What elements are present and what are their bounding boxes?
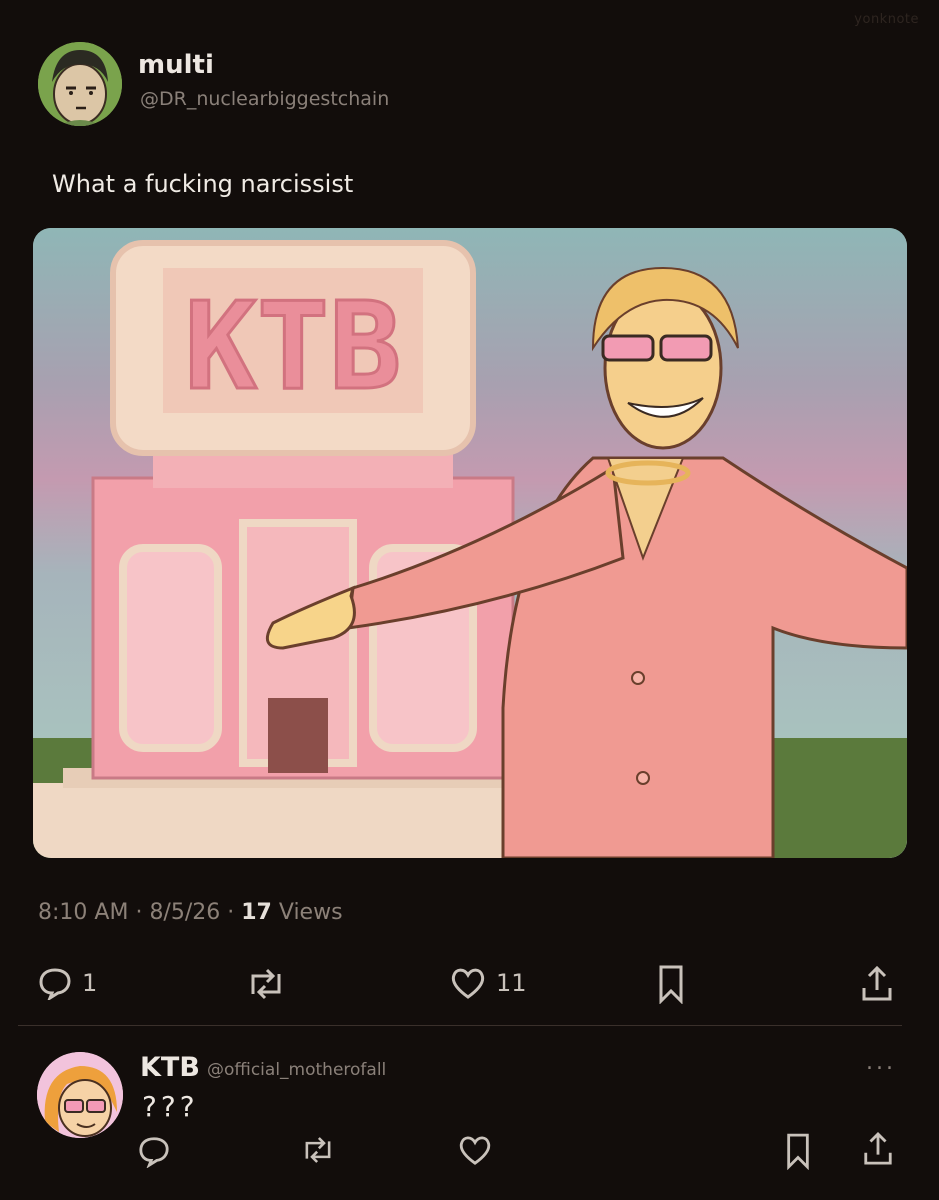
reply-count: 1 [82, 969, 98, 997]
reply-bookmark-button[interactable] [784, 1132, 812, 1170]
share-icon [862, 965, 892, 1001]
reply-author-avatar[interactable] [37, 1052, 123, 1138]
bookmark-icon [659, 965, 683, 1004]
tweet-media-image[interactable]: KTB [33, 228, 907, 858]
meta-separator: · [135, 900, 150, 925]
reply-icon [139, 1137, 169, 1168]
reply-divider [18, 1025, 902, 1026]
tweet-time: 8:10 AM [38, 900, 129, 925]
author-avatar[interactable] [38, 42, 122, 126]
retweet-button[interactable] [245, 968, 287, 1000]
reply-button[interactable]: 1 [38, 966, 97, 1000]
reply-action-bar [0, 1130, 939, 1174]
reply-icon [39, 968, 71, 1000]
views-label: Views [278, 900, 343, 925]
author-display-name[interactable]: multi [138, 50, 214, 80]
reply-handle[interactable]: @official_motherofall [207, 1060, 386, 1080]
artist-watermark: yonknote [854, 12, 919, 27]
like-count: 11 [496, 969, 527, 997]
sign-text: KTB [185, 278, 402, 417]
more-icon[interactable]: ... [866, 1050, 896, 1075]
retweet-icon [251, 968, 281, 1000]
reply-retweet-button[interactable] [300, 1136, 336, 1164]
reply-reply-button[interactable] [138, 1134, 170, 1168]
heart-icon [459, 1136, 491, 1165]
reply-share-button[interactable] [862, 1130, 894, 1168]
like-button[interactable]: 11 [450, 966, 527, 1000]
tweet-text: What a fucking narcissist [52, 170, 354, 198]
reply-like-button[interactable] [458, 1134, 492, 1166]
reply-display-name[interactable]: KTB [140, 1052, 200, 1083]
retweet-icon [305, 1137, 331, 1163]
tweet-date: 8/5/26 [149, 900, 221, 925]
bookmark-icon [787, 1133, 809, 1170]
bookmark-button[interactable] [656, 964, 686, 1004]
share-button[interactable] [860, 964, 894, 1004]
heart-icon [451, 968, 485, 999]
author-handle[interactable]: @DR_nuclearbiggestchain [140, 88, 389, 110]
share-icon [864, 1131, 892, 1165]
views-count: 17 [241, 900, 272, 925]
meta-separator: · [227, 900, 242, 925]
tweet-meta: 8:10 AM · 8/5/26 · 17 Views [38, 900, 343, 925]
tweet-action-bar: 1 11 [0, 960, 939, 1010]
reply-text: ??? [142, 1090, 199, 1123]
